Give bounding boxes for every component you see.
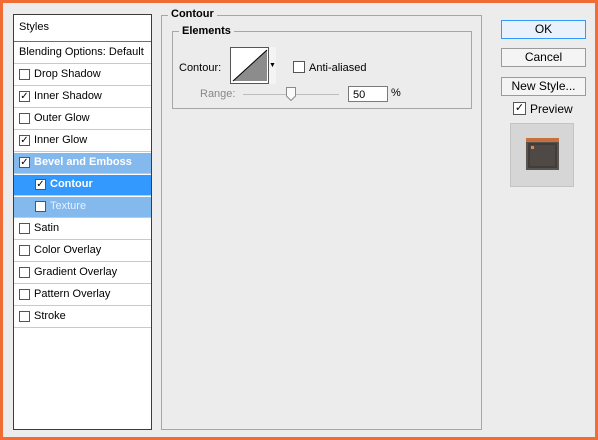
gradient-overlay-label: Gradient Overlay [34,266,118,278]
range-input[interactable] [348,86,388,102]
color-overlay-checkbox[interactable] [19,245,30,256]
stroke-label: Stroke [34,310,66,322]
preview-label: Preview [530,102,573,116]
anti-aliased-label: Anti-aliased [309,62,367,74]
style-item-inner-glow[interactable]: ✓ Inner Glow [14,131,151,152]
range-slider-thumb[interactable] [286,87,296,101]
gradient-overlay-checkbox[interactable] [19,267,30,278]
inner-glow-checkbox[interactable]: ✓ [19,135,30,146]
range-label: Range: [200,88,236,100]
style-item-satin[interactable]: Satin [14,219,151,240]
contour-group-title: Contour [168,8,217,20]
drop-shadow-label: Drop Shadow [34,68,101,80]
pattern-overlay-label: Pattern Overlay [34,288,111,300]
style-item-drop-shadow[interactable]: Drop Shadow [14,65,151,86]
outer-glow-checkbox[interactable] [19,113,30,124]
texture-label: Texture [50,200,87,212]
slider-thumb-icon [286,87,296,101]
style-item-color-overlay[interactable]: Color Overlay [14,241,151,262]
inner-shadow-checkbox[interactable]: ✓ [19,91,30,102]
satin-label: Satin [34,222,60,234]
contour-curve-icon [232,49,268,82]
contour-dropdown-arrow-icon[interactable]: ▼ [268,47,276,84]
style-item-gradient-overlay[interactable]: Gradient Overlay [14,263,151,284]
style-item-inner-shadow[interactable]: ✓ Inner Shadow [14,87,151,108]
styles-list: Styles Blending Options: Default Drop Sh… [13,14,152,430]
preview-tile-image [526,138,559,170]
style-item-contour[interactable]: ✓ Contour [14,175,151,196]
elements-group-title: Elements [179,25,234,37]
layer-style-dialog: Styles Blending Options: Default Drop Sh… [0,0,598,440]
inner-glow-label: Inner Glow [34,134,88,146]
contour-checkbox[interactable]: ✓ [35,179,46,190]
texture-checkbox[interactable] [35,201,46,212]
preview-checkbox[interactable]: ✓ [513,102,526,115]
anti-aliased-checkbox[interactable] [293,61,305,73]
bevel-and-emboss-label: Bevel and Emboss [34,156,132,168]
pattern-overlay-checkbox[interactable] [19,289,30,300]
cancel-button[interactable]: Cancel [501,48,586,67]
style-preview-tile [526,138,559,170]
style-item-pattern-overlay[interactable]: Pattern Overlay [14,285,151,306]
style-item-outer-glow[interactable]: Outer Glow [14,109,151,130]
outer-glow-label: Outer Glow [34,112,90,124]
satin-checkbox[interactable] [19,223,30,234]
blending-options-item[interactable]: Blending Options: Default [14,43,151,64]
bevel-and-emboss-checkbox[interactable]: ✓ [19,157,30,168]
color-overlay-label: Color Overlay [34,244,102,256]
ok-button[interactable]: OK [501,20,586,39]
inner-shadow-label: Inner Shadow [34,90,102,102]
blending-options-label: Blending Options: Default [19,46,144,58]
styles-header[interactable]: Styles [14,15,151,42]
style-item-texture[interactable]: Texture [14,197,151,218]
style-item-stroke[interactable]: Stroke [14,307,151,328]
drop-shadow-checkbox[interactable] [19,69,30,80]
new-style-button[interactable]: New Style... [501,77,586,96]
contour-item-label: Contour [50,178,93,190]
contour-picker-label: Contour: [179,62,222,74]
stroke-checkbox[interactable] [19,311,30,322]
range-percent-label: % [391,87,401,99]
style-item-bevel-and-emboss[interactable]: ✓ Bevel and Emboss [14,153,151,174]
